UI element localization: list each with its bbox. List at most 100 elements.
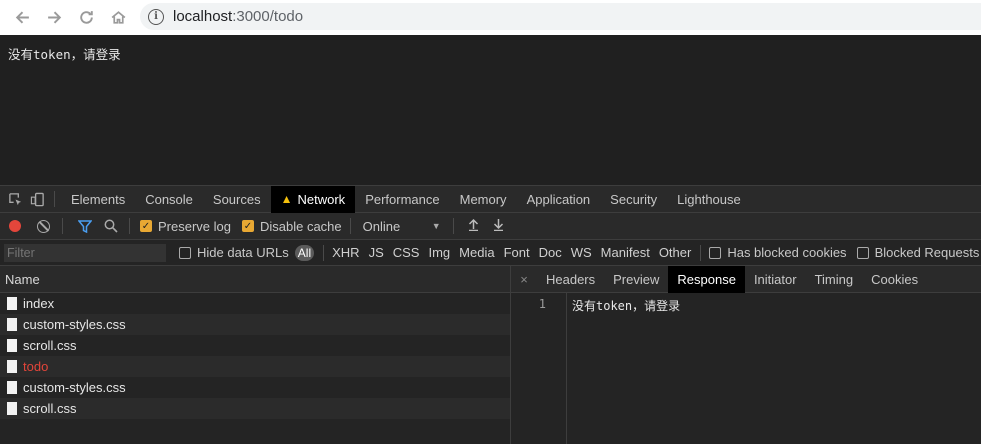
request-row[interactable]: custom-styles.css — [0, 377, 510, 398]
tab-memory[interactable]: Memory — [450, 186, 517, 213]
preserve-log-checkbox[interactable]: ✓ Preserve log — [140, 219, 231, 234]
request-row[interactable]: custom-styles.css — [0, 314, 510, 335]
devtools-panel: Elements Console Sources ▲ Network Perfo… — [0, 185, 981, 444]
device-toolbar-icon[interactable] — [26, 186, 48, 213]
tab-sources[interactable]: Sources — [203, 186, 271, 213]
close-icon[interactable]: × — [511, 272, 537, 287]
tab-headers[interactable]: Headers — [537, 266, 604, 293]
info-icon[interactable]: i — [148, 8, 164, 25]
has-blocked-cookies-label: Has blocked cookies — [727, 245, 847, 260]
throttling-select[interactable]: Online ▼ — [363, 219, 441, 234]
checkmark-icon: ✓ — [140, 220, 152, 232]
document-icon — [7, 381, 17, 394]
line-gutter: 1 — [511, 293, 567, 444]
document-icon — [7, 402, 17, 415]
network-toolbar: ✓ Preserve log ✓ Disable cache Online ▼ — [0, 213, 981, 240]
tab-elements[interactable]: Elements — [61, 186, 135, 213]
response-viewer[interactable]: 1 没有token，请登录 — [511, 293, 981, 444]
type-filter-manifest[interactable]: Manifest — [601, 245, 650, 260]
document-icon — [7, 297, 17, 310]
divider — [54, 191, 55, 207]
preserve-log-label: Preserve log — [158, 218, 231, 234]
request-name: scroll.css — [23, 401, 77, 416]
request-row[interactable]: scroll.css — [0, 335, 510, 356]
type-filter-js[interactable]: JS — [369, 245, 384, 260]
tab-response[interactable]: Response — [668, 265, 745, 293]
tab-timing[interactable]: Timing — [806, 266, 863, 293]
request-name: index — [23, 296, 55, 311]
request-row[interactable]: index — [0, 293, 510, 314]
blocked-requests-label: Blocked Requests — [874, 245, 980, 260]
type-filter-img[interactable]: Img — [428, 245, 450, 260]
address-bar[interactable]: i localhost:3000/todo — [140, 3, 981, 30]
disable-cache-label: Disable cache — [259, 218, 342, 234]
tab-preview[interactable]: Preview — [604, 266, 668, 293]
import-har-icon[interactable] — [468, 218, 479, 234]
tab-performance[interactable]: Performance — [355, 186, 449, 213]
request-name: todo — [23, 359, 49, 374]
record-icon[interactable] — [9, 220, 21, 232]
throttling-value: Online — [362, 218, 401, 234]
forward-button[interactable] — [38, 0, 70, 35]
url-host: localhost — [173, 8, 233, 25]
arrow-left-icon — [15, 11, 29, 24]
document-icon — [7, 318, 17, 331]
type-filter-doc[interactable]: Doc — [539, 245, 562, 260]
type-filter-xhr[interactable]: XHR — [332, 245, 359, 260]
disable-cache-checkbox[interactable]: ✓ Disable cache — [241, 218, 342, 234]
request-detail-pane: × Headers Preview Response Initiator Tim… — [510, 265, 981, 444]
divider — [349, 218, 351, 234]
checkmark-icon: ✓ — [241, 220, 254, 232]
page-message: 没有token，请登录 — [8, 47, 121, 62]
hide-data-urls-checkbox[interactable]: Hide data URLs — [179, 245, 289, 260]
reload-icon — [79, 11, 93, 24]
home-icon — [111, 11, 125, 24]
document-icon — [7, 360, 17, 373]
tab-lighthouse[interactable]: Lighthouse — [667, 186, 751, 213]
response-body: 没有token，请登录 — [572, 299, 681, 313]
caret-down-icon: ▼ — [431, 221, 441, 231]
url-path: :3000/todo — [232, 8, 304, 25]
type-filter-css[interactable]: CSS — [393, 245, 420, 260]
hide-data-urls-label: Hide data URLs — [197, 245, 289, 260]
divider — [700, 244, 702, 261]
request-name: scroll.css — [23, 338, 77, 353]
page-viewport: 没有token，请登录 — [0, 35, 981, 185]
checkbox-box — [856, 246, 869, 259]
checkbox-box — [179, 246, 191, 259]
detail-tabbar: × Headers Preview Response Initiator Tim… — [511, 265, 981, 293]
filter-input[interactable] — [4, 243, 166, 262]
divider — [452, 218, 454, 234]
tab-console[interactable]: Console — [135, 186, 203, 213]
type-filter-other[interactable]: Other — [659, 245, 692, 260]
tab-cookies[interactable]: Cookies — [862, 266, 927, 293]
devtools-tabbar: Elements Console Sources ▲ Network Perfo… — [0, 185, 981, 213]
export-har-icon[interactable] — [493, 218, 504, 234]
browser-toolbar: i localhost:3000/todo — [0, 0, 981, 35]
divider — [129, 218, 130, 234]
document-icon — [7, 339, 17, 352]
type-filter-all[interactable]: All — [294, 244, 315, 261]
tab-network[interactable]: ▲ Network — [270, 185, 356, 213]
divider — [323, 244, 325, 261]
search-icon[interactable] — [103, 218, 119, 234]
home-button[interactable] — [102, 0, 134, 35]
filter-icon[interactable] — [77, 218, 93, 234]
type-filter-font[interactable]: Font — [504, 245, 530, 260]
type-filter-ws[interactable]: WS — [571, 245, 592, 260]
clear-icon[interactable] — [37, 219, 50, 233]
request-row-selected[interactable]: todo — [0, 356, 510, 377]
inspect-element-icon[interactable] — [4, 186, 26, 213]
has-blocked-cookies-checkbox[interactable]: Has blocked cookies — [709, 245, 847, 260]
blocked-requests-checkbox[interactable]: Blocked Requests — [856, 245, 980, 260]
tab-initiator[interactable]: Initiator — [745, 266, 806, 293]
divider — [62, 218, 63, 234]
tab-security[interactable]: Security — [600, 186, 667, 213]
reload-button[interactable] — [70, 0, 102, 35]
request-row[interactable]: scroll.css — [0, 398, 510, 419]
back-button[interactable] — [6, 0, 38, 35]
tab-application[interactable]: Application — [517, 186, 601, 213]
name-column-header[interactable]: Name — [0, 266, 510, 293]
checkbox-box — [709, 246, 722, 259]
type-filter-media[interactable]: Media — [459, 245, 494, 260]
